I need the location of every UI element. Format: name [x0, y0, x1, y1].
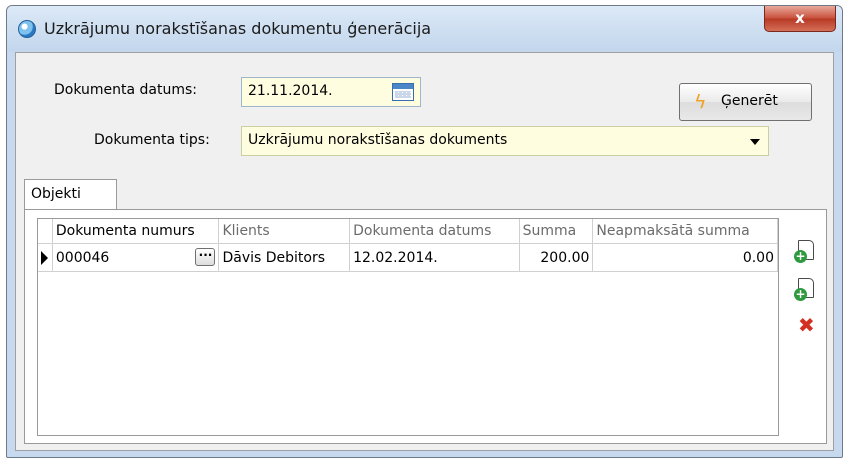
- cell-sum[interactable]: 200.00: [519, 243, 594, 272]
- objects-grid[interactable]: Dokumenta numurs Klients Dokumenta datum…: [37, 218, 779, 436]
- tab-objekti[interactable]: Objekti: [24, 179, 117, 210]
- date-label: Dokumenta datums:: [54, 82, 198, 98]
- cell-doc-number[interactable]: 000046 ···: [52, 243, 220, 272]
- cell-doc-date[interactable]: 12.02.2014.: [349, 243, 520, 272]
- column-header-doc-date[interactable]: Dokumenta datums: [349, 219, 520, 244]
- grid-header-row: Dokumenta numurs Klients Dokumenta datum…: [38, 219, 778, 244]
- tab-label: Objekti: [31, 186, 81, 202]
- lightning-icon: ϟ: [694, 91, 707, 113]
- generate-button[interactable]: ϟ Ģenerēt: [679, 83, 812, 121]
- app-globe-icon: [18, 20, 36, 38]
- current-row-arrow-icon: [41, 250, 49, 265]
- generate-label: Ģenerēt: [721, 93, 778, 109]
- document-type-value: Uzkrājumu norakstīšanas dokuments: [248, 132, 508, 148]
- add-copy-button[interactable]: +: [793, 238, 821, 266]
- table-row[interactable]: 000046 ··· Dāvis Debitors 12.02.2014. 20…: [38, 243, 778, 272]
- column-header-unpaid[interactable]: Neapmaksātā summa: [592, 219, 778, 244]
- row-indicator: [38, 243, 53, 272]
- dialog-body: Dokumenta datums: 21.11.2014. ϟ Ģenerēt …: [15, 52, 834, 451]
- close-button[interactable]: x: [764, 6, 836, 32]
- cell-unpaid[interactable]: 0.00: [592, 243, 778, 272]
- date-field[interactable]: 21.11.2014.: [241, 77, 421, 107]
- column-header-doc-number[interactable]: Dokumenta numurs: [52, 219, 220, 244]
- column-header-sum[interactable]: Summa: [519, 219, 594, 244]
- window-title: Uzkrājumu norakstīšanas dokumentu ģenerā…: [44, 19, 432, 38]
- tab-panel-objekti: Dokumenta numurs Klients Dokumenta datum…: [24, 209, 827, 444]
- dialog-window: Uzkrājumu norakstīšanas dokumentu ģenerā…: [6, 5, 843, 458]
- calendar-icon[interactable]: [392, 83, 414, 101]
- ellipsis-button[interactable]: ···: [195, 248, 216, 266]
- header-corner: [38, 219, 53, 244]
- title-bar[interactable]: Uzkrājumu norakstīšanas dokumentu ģenerā…: [7, 6, 842, 52]
- type-label: Dokumenta tips:: [94, 132, 210, 148]
- doc-number-value: 000046: [55, 249, 110, 266]
- delete-row-button[interactable]: ✖: [793, 310, 821, 338]
- cell-client[interactable]: Dāvis Debitors: [218, 243, 351, 272]
- column-header-client[interactable]: Klients: [218, 219, 351, 244]
- add-row-button[interactable]: +: [793, 276, 821, 304]
- date-value: 21.11.2014.: [248, 83, 333, 99]
- document-type-select[interactable]: Uzkrājumu norakstīšanas dokuments: [241, 126, 769, 156]
- dropdown-arrow-icon[interactable]: [750, 139, 760, 145]
- delete-icon: ✖: [798, 313, 815, 337]
